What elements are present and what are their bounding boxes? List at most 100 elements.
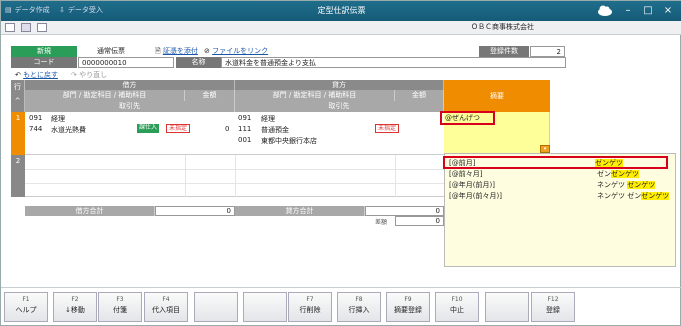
debit-acct: 水道光熱費 — [51, 126, 86, 134]
credit-sub: 東都中央銀行本店 — [261, 137, 317, 145]
suggestion-item[interactable]: [@年月(前月)] ネンゲツ ゼンゲツ — [447, 180, 672, 190]
voucher-type: 通常伝票 — [97, 47, 125, 55]
minimize-button[interactable]: – — [621, 4, 635, 17]
maximize-button[interactable]: □ — [641, 4, 655, 17]
close-button[interactable]: × — [661, 4, 675, 17]
reading-prefix: ネンゲツ — [597, 181, 628, 189]
debit-total-label: 借方合計 — [25, 206, 155, 216]
reading-highlight: ゼンゲツ — [641, 192, 670, 200]
credit-acct-code: 111 — [238, 125, 252, 133]
credit-amount-header: 金額 — [395, 90, 444, 101]
summary-cell[interactable]: @ぜんげつ ▾ — [440, 111, 550, 155]
f8-insert-row-button[interactable]: F8 行挿入 — [337, 292, 381, 322]
count-value: 2 — [530, 46, 565, 57]
summary-input[interactable]: @ぜんげつ — [440, 111, 495, 125]
fkey-label: ↓移動 — [65, 306, 85, 314]
row-number-2[interactable]: 2 — [11, 155, 25, 197]
summary-header: 摘要 — [444, 80, 550, 112]
print-icon[interactable] — [21, 23, 31, 32]
suggestion-reading: ネンゲツ ゼンゼンゲツ — [597, 191, 670, 201]
table-row[interactable]: 091 経理 744 水道光熱費 課仕入 未指定 0 091 経理 111 普通… — [25, 112, 444, 155]
fkey-label: 行挿入 — [348, 306, 370, 314]
suggestion-label: [@年月(前月)] — [449, 181, 495, 189]
suggestion-item[interactable]: [@前月] ゼンゲツ — [443, 156, 668, 169]
company-name: ＯＢＣ商事株式会社 — [471, 23, 534, 31]
fkey-code: F10 — [451, 296, 463, 303]
unset-badge-credit: 未指定 — [375, 124, 400, 133]
status-new-label: 新規 — [11, 46, 77, 57]
credit-dept: 経理 — [261, 115, 275, 123]
f10-cancel-button[interactable]: F10 中止 — [435, 292, 479, 322]
suggestion-label: [@前々月] — [449, 170, 483, 178]
f12-register-button[interactable]: F12 登録 — [531, 292, 575, 322]
diff-value: 0 — [395, 216, 444, 226]
f1-help-button[interactable]: F1 ヘルプ — [4, 292, 48, 322]
collapse-icon[interactable]: ^ — [15, 97, 21, 105]
fkey-code: F7 — [306, 296, 314, 303]
suggestion-label: [@前月] — [449, 159, 476, 167]
credit-total-value: 0 — [365, 206, 444, 216]
toolbar: ＯＢＣ商事株式会社 — [1, 21, 681, 35]
credit-sub-code: 001 — [238, 136, 252, 144]
undo-icon: ↶ — [15, 71, 21, 79]
suggestion-reading: ゼンゼンゲツ — [597, 169, 639, 179]
reading-prefix: ゼン — [597, 170, 611, 178]
row-header-label: 行 — [14, 83, 21, 91]
suggestion-reading: ゼンゲツ — [595, 158, 623, 168]
name-label: 名称 — [176, 57, 221, 68]
cloud-logo-icon — [596, 3, 614, 18]
reading-prefix: ネンゲツ ゼン — [597, 192, 642, 200]
new-doc-icon[interactable] — [5, 23, 15, 32]
f3-sticky-button[interactable]: F3 付箋 — [98, 292, 142, 322]
fkey-code: F3 — [116, 296, 124, 303]
row-number[interactable]: 1 — [11, 112, 25, 155]
credit-dept-code: 091 — [238, 114, 252, 122]
dropdown-icon[interactable]: ▾ — [540, 145, 550, 153]
preview-icon[interactable] — [37, 23, 47, 32]
summary-suggestion-popup: [@前月] ゼンゲツ [@前々月] ゼンゼンゲツ [@年月(前月)] ネンゲツ … — [443, 153, 676, 267]
debit-acct-code: 744 — [29, 125, 43, 133]
f7-delete-row-button[interactable]: F7 行削除 — [288, 292, 332, 322]
suggestion-item[interactable]: [@前々月] ゼンゼンゲツ — [447, 169, 672, 179]
debit-amount-header: 金額 — [185, 90, 235, 101]
reading-highlight: ゼンゲツ — [627, 181, 656, 189]
name-input[interactable]: 水道料金を普通預金より支払 — [221, 57, 566, 68]
fkey-label: ヘルプ — [15, 306, 37, 314]
debit-dept-code: 091 — [29, 114, 43, 122]
code-label: コード — [11, 57, 77, 68]
credit-acct: 普通預金 — [261, 126, 289, 134]
f5-empty-button[interactable] — [194, 292, 238, 322]
fkey-code: F12 — [547, 296, 559, 303]
credit-total-label: 貸方合計 — [235, 206, 365, 216]
debit-total-value: 0 — [155, 206, 235, 216]
unset-badge: 未指定 — [166, 124, 191, 133]
fkey-label: 行削除 — [299, 306, 321, 314]
fkey-label: 摘要登録 — [394, 306, 422, 314]
f9-summary-register-button[interactable]: F9 摘要登録 — [386, 292, 430, 322]
title-bar: ▤ データ作成 ⇩ データ受入 定型仕訳伝票 – □ × — [1, 1, 681, 21]
app-window: ▤ データ作成 ⇩ データ受入 定型仕訳伝票 – □ × ＯＢＣ商事株式会社 新規 … — [0, 0, 681, 326]
suggestion-reading: ネンゲツ ゼンゲツ — [597, 180, 656, 190]
link-file-link[interactable]: ⊘ ファイルをリンク — [204, 46, 294, 57]
redo-label: やり直し — [79, 71, 108, 79]
f2-move-button[interactable]: F2 ↓移動 — [53, 292, 97, 322]
reading-highlight: ゼンゲツ — [611, 170, 639, 178]
f4-assign-button[interactable]: F4 代入項目 — [144, 292, 188, 322]
count-label: 登録件数 — [479, 46, 529, 57]
table-row-2[interactable] — [25, 155, 444, 197]
debit-amount: 0 — [225, 125, 230, 133]
code-input[interactable]: 0000000010 — [78, 57, 174, 68]
suggestion-label: [@年月(前々月)] — [449, 192, 502, 200]
undo-label: もとに戻す — [23, 71, 58, 79]
link-file-label: ファイルをリンク — [212, 47, 269, 55]
fkey-label: 中止 — [450, 306, 464, 314]
suggestion-item[interactable]: [@年月(前々月)] ネンゲツ ゼンゼンゲツ — [447, 191, 672, 201]
fkey-label: 代入項目 — [152, 306, 180, 314]
attach-icon: 🗎 — [155, 47, 161, 55]
f6-empty-button[interactable] — [243, 292, 287, 322]
clip-icon: ⊘ — [204, 47, 210, 55]
diff-label: 差額 — [375, 219, 388, 226]
fkey-code: F9 — [404, 296, 412, 303]
f11-empty-button[interactable] — [485, 292, 529, 322]
window-title: 定型仕訳伝票 — [317, 6, 366, 15]
